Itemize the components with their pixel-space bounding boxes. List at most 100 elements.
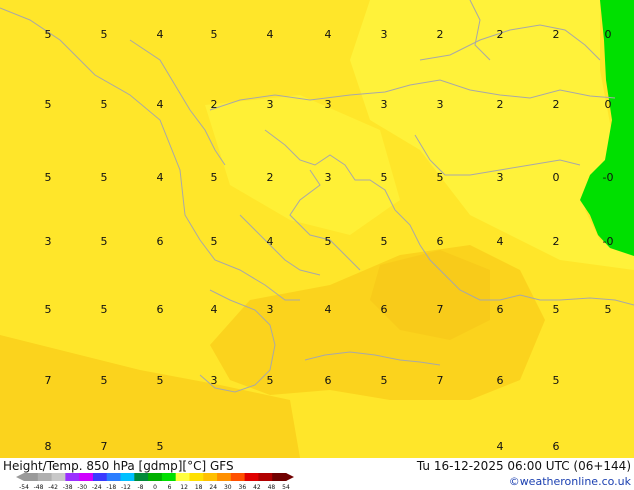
- scale-tick-label: 24: [209, 484, 217, 490]
- color-scale-bar: -54 -48 -42 -38 -30 -24 -18 -12 -8 0 6 12 18 24 30 36 42…: [16, 472, 296, 490]
- map-footer: Height/Temp. 850 hPa [gdmp][°C] GFS Tu 1…: [0, 458, 634, 490]
- temp-value-label: 4: [157, 171, 164, 184]
- temp-value-label: 2: [497, 28, 504, 41]
- temp-value-label: 0: [553, 171, 560, 184]
- scale-swatch: [134, 473, 149, 481]
- temp-value-label: 6: [325, 374, 332, 387]
- temp-value-label: 5: [381, 235, 388, 248]
- temp-value-label: 5: [325, 235, 332, 248]
- temp-value-label: 7: [437, 374, 444, 387]
- temp-value-label: 7: [437, 303, 444, 316]
- temp-value-label: 5: [45, 28, 52, 41]
- scale-tick-label: -30: [77, 484, 87, 490]
- temp-value-label: 6: [497, 303, 504, 316]
- credit-link[interactable]: ©weatheronline.co.uk: [509, 475, 631, 488]
- temp-value-label: 2: [437, 28, 444, 41]
- temp-value-label: 5: [101, 235, 108, 248]
- temp-value-label: 0: [605, 28, 612, 41]
- scale-swatch: [24, 473, 39, 481]
- temp-value-label: 3: [267, 303, 274, 316]
- scale-swatch: [189, 473, 204, 481]
- temp-value-label: -0: [603, 235, 614, 248]
- scale-tick-label: -48: [34, 484, 44, 490]
- temp-value-label: 0: [605, 98, 612, 111]
- scale-swatch: [203, 473, 218, 481]
- scale-tick-label: -54: [19, 484, 29, 490]
- temp-value-label: 3: [381, 98, 388, 111]
- scale-tick-label: 6: [168, 484, 172, 490]
- temp-value-label: 6: [157, 303, 164, 316]
- scale-tick-label: 18: [195, 484, 203, 490]
- temp-value-label: 2: [267, 171, 274, 184]
- temp-value-label: 5: [553, 303, 560, 316]
- scale-tick-label: 48: [268, 484, 276, 490]
- temp-value-label: 7: [45, 374, 52, 387]
- scale-swatch: [37, 473, 53, 481]
- temp-value-label: 5: [211, 28, 218, 41]
- temp-value-label: 3: [325, 171, 332, 184]
- temp-value-label: 2: [553, 98, 560, 111]
- temp-value-label: 6: [381, 303, 388, 316]
- temp-value-label: 3: [325, 98, 332, 111]
- scale-swatch: [217, 473, 232, 481]
- scale-tick-label: 0: [153, 484, 157, 490]
- scale-arrow-right: [286, 473, 294, 481]
- scale-swatch: [79, 473, 94, 481]
- temp-value-label: 4: [267, 28, 274, 41]
- scale-swatch: [244, 473, 259, 481]
- scale-tick-label: -24: [92, 484, 102, 490]
- temp-value-label: 4: [325, 28, 332, 41]
- scale-arrow-left: [16, 473, 24, 481]
- temp-value-label: 3: [211, 374, 218, 387]
- temp-value-label: 4: [157, 98, 164, 111]
- temp-value-label: 5: [381, 171, 388, 184]
- scale-tick-label: 54: [282, 484, 290, 490]
- scale-tick-label: -18: [106, 484, 116, 490]
- temp-value-label: 4: [267, 235, 274, 248]
- temp-value-label: 5: [211, 235, 218, 248]
- temp-value-label: 6: [553, 440, 560, 453]
- temp-value-label: 5: [157, 374, 164, 387]
- temp-value-label: 2: [553, 235, 560, 248]
- scale-swatch: [230, 473, 246, 481]
- scale-swatch: [92, 473, 108, 481]
- valid-time: Tu 16-12-2025 06:00 UTC (06+144): [416, 459, 631, 473]
- scale-tick-label: 42: [253, 484, 261, 490]
- temp-value-label: 5: [45, 303, 52, 316]
- scale-tick-label: 12: [180, 484, 188, 490]
- scale-tick-label: 30: [224, 484, 232, 490]
- temp-value-label: 5: [101, 303, 108, 316]
- temp-value-label: 5: [267, 374, 274, 387]
- scale-tick-label: 36: [239, 484, 247, 490]
- scale-swatch: [51, 473, 66, 481]
- temp-value-label: 5: [45, 171, 52, 184]
- scale-tick-label: -42: [48, 484, 58, 490]
- temp-value-label: 4: [497, 235, 504, 248]
- temp-value-label: 8: [45, 440, 52, 453]
- scale-swatch: [65, 473, 80, 481]
- scale-swatch: [175, 473, 190, 481]
- weather-map: 5 5 4 5 4 4 3 2 2 2 0 5 5 4 2 3 3 3 3 2 2 0 5 5 4 5 2 3 5 5 3 0 -0 3 5 6 5 4 5…: [0, 0, 634, 458]
- map-title: Height/Temp. 850 hPa [gdmp][°C] GFS: [3, 459, 234, 473]
- temp-value-label: 4: [497, 440, 504, 453]
- scale-swatch: [148, 473, 163, 481]
- temp-value-label: 3: [267, 98, 274, 111]
- temp-value-label: 5: [553, 374, 560, 387]
- temp-value-label: 3: [45, 235, 52, 248]
- temp-value-label: 5: [101, 171, 108, 184]
- temp-value-label: 5: [101, 28, 108, 41]
- scale-swatch: [120, 473, 135, 481]
- scale-swatch: [272, 473, 287, 481]
- temp-value-label: 4: [157, 28, 164, 41]
- scale-swatch: [161, 473, 177, 481]
- scale-swatch: [258, 473, 273, 481]
- temp-value-label: 2: [497, 98, 504, 111]
- scale-swatch: [106, 473, 122, 481]
- temp-value-label: 7: [101, 440, 108, 453]
- scale-tick-label: -38: [63, 484, 73, 490]
- scale-tick-label: -8: [137, 484, 143, 490]
- temp-value-label: 2: [211, 98, 218, 111]
- temp-value-label: 5: [101, 374, 108, 387]
- temp-value-label: -0: [603, 171, 614, 184]
- temp-value-label: 2: [553, 28, 560, 41]
